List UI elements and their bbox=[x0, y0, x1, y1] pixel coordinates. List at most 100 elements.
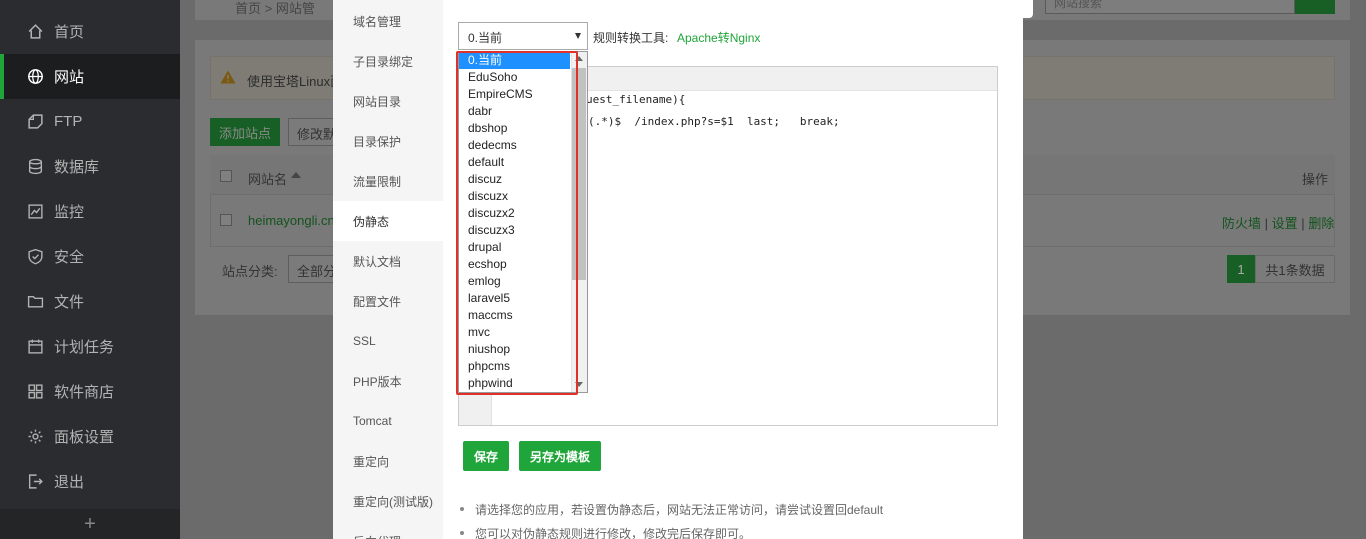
notice-text: 使用宝塔Linux面 bbox=[247, 74, 344, 89]
dropdown-option[interactable]: phpcms bbox=[459, 358, 570, 375]
dropdown-option[interactable]: niushop bbox=[459, 341, 570, 358]
breadcrumb: 首页 > 网站管 bbox=[235, 1, 315, 16]
dropdown-option[interactable]: dedecms bbox=[459, 137, 570, 154]
sidebar-item-logout[interactable]: 退出 bbox=[0, 459, 180, 504]
sidebar-item-database[interactable]: 数据库 bbox=[0, 144, 180, 189]
home-icon bbox=[26, 23, 44, 41]
dropdown-option[interactable]: discuzx3 bbox=[459, 222, 570, 239]
dropdown-option[interactable]: discuzx bbox=[459, 188, 570, 205]
dropdown-option[interactable]: EduSoho bbox=[459, 69, 570, 86]
tab-tomcat[interactable]: Tomcat bbox=[333, 401, 443, 441]
sidebar-item-home[interactable]: 首页 bbox=[0, 9, 180, 54]
dropdown-option[interactable]: dabr bbox=[459, 103, 570, 120]
logout-icon bbox=[26, 473, 44, 491]
dropdown-option[interactable]: drupal bbox=[459, 239, 570, 256]
dropdown-option[interactable]: mvc bbox=[459, 324, 570, 341]
sidebar-item-label: 面板设置 bbox=[54, 429, 115, 446]
save-as-template-button[interactable]: 另存为模板 bbox=[519, 441, 601, 471]
sidebar-item-store[interactable]: 软件商店 bbox=[0, 369, 180, 414]
dropdown-option[interactable]: discuz bbox=[459, 171, 570, 188]
dropdown-option[interactable]: default bbox=[459, 154, 570, 171]
save-button[interactable]: 保存 bbox=[463, 441, 509, 471]
sidebar-item-label: 软件商店 bbox=[54, 384, 115, 401]
calendar-icon bbox=[26, 338, 44, 356]
tip-text: 请选择您的应用，若设置伪静态后，网站无法正常访问，请尝试设置回default bbox=[475, 503, 884, 517]
caret-down-icon bbox=[575, 33, 581, 39]
globe-icon bbox=[26, 68, 44, 86]
sidebar-item-files[interactable]: 文件 bbox=[0, 279, 180, 324]
settings-tabs: 域名管理 子目录绑定 网站目录 目录保护 流量限制 伪静态 默认文档 配置文件 … bbox=[333, 0, 443, 539]
sidebar-item-website[interactable]: 网站 bbox=[0, 54, 180, 99]
site-name-link[interactable]: heimayongli.cn bbox=[248, 213, 333, 228]
tip-text: 您可以对伪静态规则进行修改，修改完后保存即可。 bbox=[475, 527, 752, 539]
delete-link[interactable]: 删除 bbox=[1308, 216, 1334, 231]
folder-icon bbox=[26, 293, 44, 311]
tab-config-file[interactable]: 配置文件 bbox=[333, 281, 443, 321]
settings-link[interactable]: 设置 bbox=[1272, 216, 1298, 231]
dropdown-option[interactable]: maccms bbox=[459, 307, 570, 324]
category-select[interactable]: 全部分类 bbox=[288, 255, 338, 283]
sidebar-item-label: 监控 bbox=[54, 204, 85, 221]
tab-php-version[interactable]: PHP版本 bbox=[333, 361, 443, 401]
scroll-down-icon[interactable] bbox=[575, 382, 583, 387]
sidebar-item-label: 退出 bbox=[54, 474, 85, 491]
dropdown-scrollbar-thumb[interactable] bbox=[572, 68, 586, 280]
tab-site-dir[interactable]: 网站目录 bbox=[333, 81, 443, 121]
separator: | bbox=[1264, 216, 1269, 231]
ftp-icon bbox=[26, 113, 44, 131]
firewall-link[interactable]: 防火墙 bbox=[1222, 216, 1261, 231]
rewrite-template-select[interactable]: 0.当前 bbox=[458, 22, 588, 50]
tab-domain[interactable]: 域名管理 bbox=[333, 1, 443, 41]
sidebar-item-security[interactable]: 安全 bbox=[0, 234, 180, 279]
sidebar-item-settings[interactable]: 面板设置 bbox=[0, 414, 180, 459]
shield-icon bbox=[26, 248, 44, 266]
code-line: uest_filename){ bbox=[586, 93, 686, 106]
gear-icon bbox=[26, 428, 44, 446]
separator: | bbox=[1301, 216, 1305, 231]
sidebar-item-label: 数据库 bbox=[54, 159, 100, 176]
select-all-checkbox[interactable] bbox=[220, 170, 232, 182]
apache-to-nginx-link[interactable]: Apache转Nginx bbox=[677, 29, 760, 46]
sidebar-item-label: 文件 bbox=[54, 294, 85, 311]
column-header-name[interactable]: 网站名 bbox=[248, 169, 287, 188]
sidebar-item-label: FTP bbox=[54, 113, 83, 130]
dropdown-option[interactable]: phpwind bbox=[459, 375, 570, 392]
scroll-up-icon[interactable] bbox=[575, 56, 583, 61]
row-checkbox[interactable] bbox=[220, 214, 232, 226]
tab-default-doc[interactable]: 默认文档 bbox=[333, 241, 443, 281]
sidebar-item-cron[interactable]: 计划任务 bbox=[0, 324, 180, 369]
sort-asc-icon[interactable] bbox=[291, 172, 301, 178]
dropdown-option[interactable]: EmpireCMS bbox=[459, 86, 570, 103]
tab-redirect[interactable]: 重定向 bbox=[333, 441, 443, 481]
tab-rewrite[interactable]: 伪静态 bbox=[333, 201, 443, 241]
dropdown-option[interactable]: 0.当前 bbox=[459, 52, 570, 69]
search-button[interactable] bbox=[1295, 0, 1335, 14]
database-icon bbox=[26, 158, 44, 176]
pagination-current[interactable]: 1 bbox=[1227, 255, 1255, 283]
tab-subdir[interactable]: 子目录绑定 bbox=[333, 41, 443, 81]
tab-redirect-beta[interactable]: 重定向(测试版) bbox=[333, 481, 443, 521]
tab-ssl[interactable]: SSL bbox=[333, 321, 443, 361]
tab-dir-protect[interactable]: 目录保护 bbox=[333, 121, 443, 161]
sidebar-add-button[interactable]: + bbox=[0, 509, 180, 539]
sidebar-item-label: 首页 bbox=[54, 24, 85, 41]
tab-reverse-proxy[interactable]: 反向代理 bbox=[333, 521, 443, 539]
add-site-button[interactable]: 添加站点 bbox=[210, 118, 280, 146]
tab-traffic-limit[interactable]: 流量限制 bbox=[333, 161, 443, 201]
sidebar-item-monitor[interactable]: 监控 bbox=[0, 189, 180, 234]
dropdown-option[interactable]: emlog bbox=[459, 273, 570, 290]
category-label: 站点分类: bbox=[222, 264, 278, 279]
dropdown-option[interactable]: discuzx2 bbox=[459, 205, 570, 222]
site-search-input[interactable]: 网站搜索 bbox=[1045, 0, 1295, 14]
dropdown-option[interactable]: ecshop bbox=[459, 256, 570, 273]
dropdown-option[interactable]: dbshop bbox=[459, 120, 570, 137]
dropdown-option[interactable]: laravel5 bbox=[459, 290, 570, 307]
code-line: (.*)$ /index.php?s=$1 last; break; bbox=[588, 115, 840, 128]
bullet bbox=[460, 507, 464, 511]
column-header-ops: 操作 bbox=[1302, 172, 1329, 187]
modify-default-button[interactable]: 修改默认 bbox=[288, 118, 338, 146]
sidebar-item-ftp[interactable]: FTP bbox=[0, 99, 180, 144]
sidebar-item-label: 安全 bbox=[54, 249, 85, 266]
sidebar: 首页 网站 FTP 数据库 监控 安全 文件 计划任务 软件商店 面板设置 退出… bbox=[0, 0, 180, 539]
sidebar-item-label: 计划任务 bbox=[54, 339, 115, 356]
